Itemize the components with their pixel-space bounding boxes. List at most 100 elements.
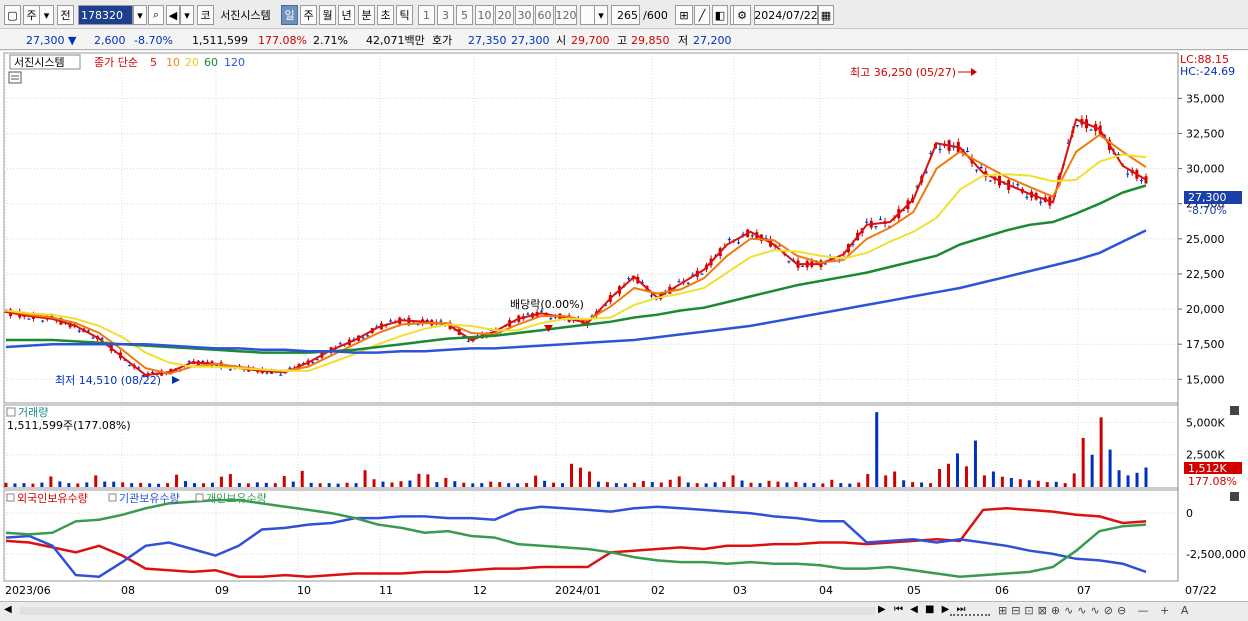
x-tick-label: 2023/06: [5, 584, 51, 597]
volume-bar: [462, 482, 466, 487]
x-tick-label: 08: [121, 584, 135, 597]
volume-bar: [973, 440, 977, 487]
volume-close-icon[interactable]: [1230, 406, 1239, 415]
scrollbar-track[interactable]: [20, 607, 875, 615]
volume-bar: [219, 476, 223, 487]
volume-bar: [4, 482, 8, 487]
period-tick[interactable]: 틱: [396, 5, 413, 25]
interval-1[interactable]: 1: [418, 5, 435, 25]
volume-bar: [964, 466, 968, 487]
volume-bar: [1009, 477, 1013, 487]
volume-bar: [67, 483, 71, 487]
candle-body: [965, 150, 969, 152]
holders-legend-box-1: [6, 493, 15, 502]
volume-bar: [300, 470, 304, 487]
volume-bar: [22, 483, 26, 487]
x-tick-label: 07/22: [1185, 584, 1217, 597]
volume-bar: [417, 473, 421, 487]
chart-area[interactable]: 2023/06 08 09 10 11 12 2024/01 02 03 04 05 06 07 07/2…: [0, 51, 1248, 601]
volume-bar: [1108, 449, 1112, 487]
volume-bar: [641, 481, 645, 487]
calendar-icon[interactable]: ▦: [818, 5, 834, 25]
interval-5[interactable]: 5: [456, 5, 473, 25]
scroll-right-icon[interactable]: ▶: [878, 604, 890, 618]
candle-body: [128, 365, 132, 367]
stock-code-input[interactable]: 178320: [78, 5, 133, 25]
gear-icon[interactable]: ⚙: [733, 5, 751, 25]
x-tick-label: 07: [1077, 584, 1091, 597]
candle-body: [874, 226, 878, 228]
volume-bar: [489, 481, 493, 487]
volume-value: 1,511,599: [192, 33, 248, 47]
x-tick-label: 06: [995, 584, 1009, 597]
volume-bar: [767, 480, 771, 487]
window-menu-icon[interactable]: ▢: [4, 5, 21, 25]
period-day[interactable]: 일: [281, 5, 298, 25]
volume-bar: [291, 481, 295, 487]
candle-body: [1139, 179, 1143, 181]
period-second[interactable]: 초: [377, 5, 394, 25]
price-panel[interactable]: [3, 52, 1179, 404]
candle-body: [526, 313, 530, 315]
interval-20[interactable]: 20: [495, 5, 514, 25]
interval-60[interactable]: 60: [535, 5, 554, 25]
code-prefix-button[interactable]: 코: [197, 5, 214, 25]
volume-panel[interactable]: [3, 404, 1179, 489]
search-icon[interactable]: ⌕: [148, 5, 164, 25]
interval-120[interactable]: 120: [555, 5, 577, 25]
volume-bar: [731, 475, 735, 487]
period-minute[interactable]: 분: [358, 5, 375, 25]
holders-legend-foreign: 외국인보유수량: [17, 492, 88, 505]
candle-body: [279, 374, 283, 376]
market-select[interactable]: 주: [23, 5, 40, 25]
candle-body: [938, 148, 942, 150]
chart-tool-icons[interactable]: ⊞⊟⊡⊠⊕∿∿∿⊘⊖ — + A: [998, 604, 1192, 617]
draw-tool-icon[interactable]: ╱: [694, 5, 710, 25]
volume-bar: [686, 482, 690, 487]
volume-ratio: 177.08%: [258, 33, 307, 47]
volume-bar: [130, 483, 134, 487]
count-input[interactable]: 265: [611, 5, 640, 25]
period-year[interactable]: 년: [338, 5, 355, 25]
indicator-icon[interactable]: ◧: [712, 5, 728, 25]
price-tick-label: 25,000: [1186, 233, 1225, 246]
prev-button[interactable]: 전: [57, 5, 74, 25]
volume-bar: [31, 483, 35, 487]
candle-body: [677, 281, 681, 283]
x-tick-label: 10: [297, 584, 311, 597]
volume-bar: [749, 482, 753, 487]
table-toggle-icon[interactable]: [8, 71, 22, 84]
scroll-left-icon[interactable]: ◀: [4, 604, 16, 618]
code-dropdown-icon[interactable]: ▾: [133, 5, 147, 25]
x-tick-label: 04: [819, 584, 833, 597]
zoom-slider[interactable]: [950, 606, 990, 616]
open-label: 시: [556, 34, 567, 47]
sound-menu-icon[interactable]: ▾: [180, 5, 194, 25]
custom-interval-dropdown-icon[interactable]: ▾: [594, 5, 608, 25]
period-month[interactable]: 월: [319, 5, 336, 25]
interval-30[interactable]: 30: [515, 5, 534, 25]
current-price-text: 27,300: [1188, 191, 1227, 204]
volume-bar: [336, 483, 340, 487]
x-tick-label: 11: [379, 584, 393, 597]
stock-chart[interactable]: 2023/06 08 09 10 11 12 2024/01 02 03 04 05 06 07 07/2…: [0, 51, 1248, 601]
volume-bar: [803, 482, 807, 487]
volume-bar: [659, 482, 663, 487]
candle-type-icon[interactable]: ⊞: [675, 5, 693, 25]
bid-label: 호가: [432, 34, 453, 47]
date-input[interactable]: 2024/07/22: [754, 5, 818, 25]
sound-icon[interactable]: ◀: [166, 5, 180, 25]
volume-bar: [112, 481, 116, 487]
bottom-bar: ◀ ▶ ⏮ ◀ ■ ▶ ⏭ ⊞⊟⊡⊠⊕∿∿∿⊘⊖ — + A: [0, 601, 1248, 621]
high-price: 29,850: [631, 33, 670, 47]
chevron-down-icon[interactable]: ▾: [40, 5, 54, 25]
candle-body: [824, 263, 828, 265]
period-week[interactable]: 주: [300, 5, 317, 25]
interval-10[interactable]: 10: [475, 5, 494, 25]
candle-body: [878, 219, 882, 221]
volume-bar: [1117, 470, 1121, 487]
volume-bar: [184, 481, 188, 487]
volume-bar: [507, 483, 511, 487]
interval-3[interactable]: 3: [437, 5, 454, 25]
holders-close-icon[interactable]: [1230, 492, 1239, 501]
